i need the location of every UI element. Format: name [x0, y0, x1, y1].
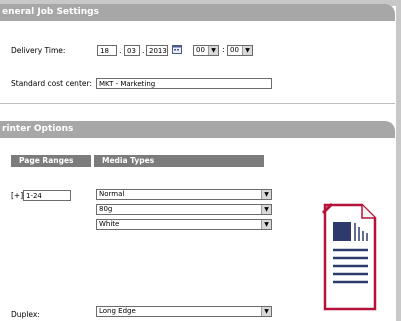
duplex-label: Duplex: [11, 310, 40, 319]
delivery-minute-select[interactable]: 00 ▼ [227, 45, 253, 56]
date-separator: . [119, 46, 122, 55]
range-expand-toggle[interactable]: [+] [11, 191, 23, 200]
media-weight-select[interactable]: 80g ▼ [96, 204, 272, 215]
printer-options-header: rinter Options [0, 121, 395, 138]
cost-center-input[interactable]: MKT - Marketing [96, 78, 272, 89]
hour-value: 00 [196, 46, 205, 54]
delivery-day-input[interactable]: 18 [97, 45, 117, 56]
chevron-down-icon: ▼ [261, 205, 271, 214]
duplex-value: Long Edge [99, 307, 136, 315]
media-color-value: White [99, 220, 120, 228]
delivery-time-label: Delivery Time: [11, 46, 66, 55]
chevron-down-icon: ▼ [261, 220, 271, 229]
page-ranges-column-header: Page Ranges [11, 155, 91, 167]
calendar-icon[interactable] [172, 44, 182, 54]
document-icon [322, 203, 377, 311]
delivery-hour-select[interactable]: 00 ▼ [193, 45, 219, 56]
delivery-month-input[interactable]: 03 [124, 45, 140, 56]
date-separator: . [142, 46, 145, 55]
media-type-value: Normal [99, 190, 125, 198]
general-settings-header: eneral Job Settings [0, 4, 395, 21]
delivery-year-input[interactable]: 2013 [146, 45, 168, 56]
duplex-select[interactable]: Long Edge ▼ [96, 306, 272, 317]
chevron-down-icon: ▼ [242, 46, 252, 55]
panel-right-border [396, 0, 401, 321]
media-color-select[interactable]: White ▼ [96, 219, 272, 230]
time-separator: : [222, 45, 225, 54]
media-weight-value: 80g [99, 205, 113, 213]
section-divider [0, 103, 395, 104]
chevron-down-icon: ▼ [261, 307, 271, 316]
chevron-down-icon: ▼ [261, 190, 271, 199]
media-type-select[interactable]: Normal ▼ [96, 189, 272, 200]
page-range-input[interactable]: 1-24 [23, 190, 71, 201]
media-types-column-header: Media Types [94, 155, 264, 167]
cost-center-label: Standard cost center: [11, 79, 92, 88]
minute-value: 00 [230, 46, 239, 54]
chevron-down-icon: ▼ [208, 46, 218, 55]
